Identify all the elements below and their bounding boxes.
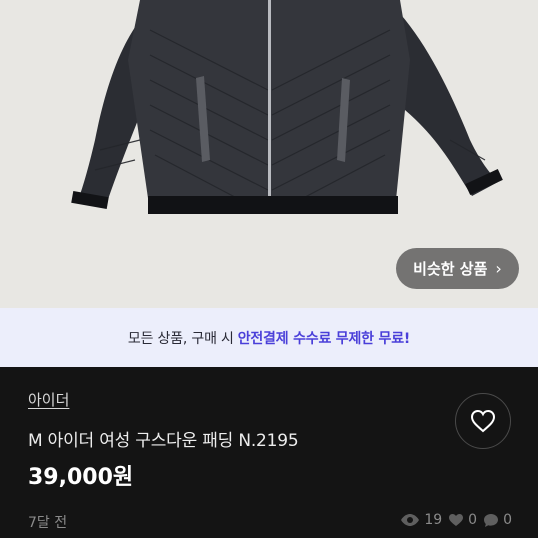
product-photo[interactable]: 비슷한 상품 › [0, 0, 538, 308]
promo-highlight: 안전결제 수수료 무제한 무료! [237, 330, 411, 347]
safe-payment-banner[interactable]: 모든 상품, 구매 시 안전결제 수수료 무제한 무료! [0, 308, 538, 367]
heart-icon [449, 514, 464, 526]
similar-products-label: 비슷한 상품 [413, 260, 488, 278]
eye-icon [401, 514, 420, 526]
views-count: 19 [424, 512, 443, 528]
chevron-right-icon: › [495, 259, 502, 278]
product-stats: 19 0 0 [400, 512, 512, 528]
product-title: M 아이더 여성 구스다운 패딩 N.2195 [28, 431, 299, 451]
product-price: 39,000원 [28, 465, 134, 490]
chats-count: 0 [503, 512, 512, 528]
heart-icon [470, 409, 496, 433]
brand-link[interactable]: 아이더 [28, 389, 69, 410]
likes-stat: 0 [448, 512, 477, 528]
chats-stat: 0 [483, 512, 512, 528]
posted-time: 7달 전 [28, 515, 68, 531]
like-button[interactable] [455, 393, 511, 449]
chat-bubble-icon [484, 513, 499, 527]
promo-prefix: 모든 상품, 구매 시 [127, 330, 234, 347]
likes-count: 0 [468, 512, 478, 528]
similar-products-button[interactable]: 비슷한 상품 › [396, 248, 519, 289]
views-stat: 19 [400, 512, 442, 528]
product-info: 아이더 M 아이더 여성 구스다운 패딩 N.2195 39,000원 7달 전… [0, 367, 538, 538]
